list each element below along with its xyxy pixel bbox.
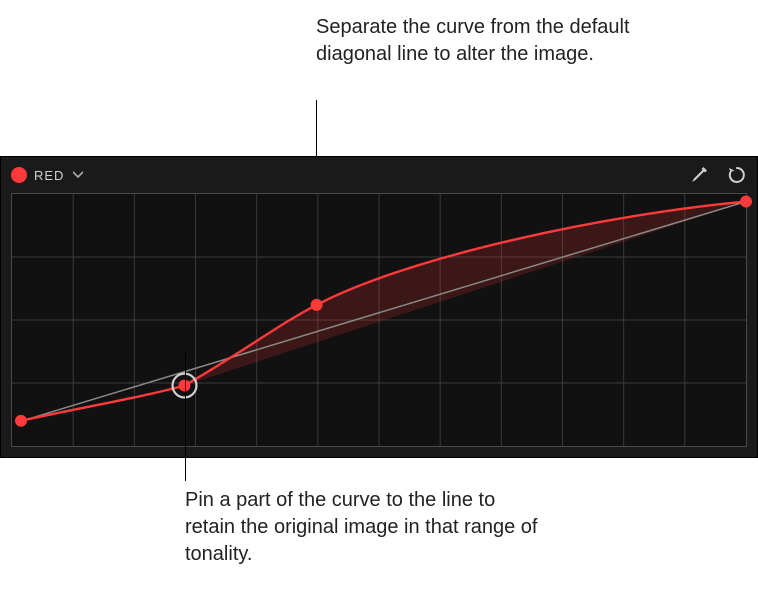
curve-point-highlights[interactable] [740,196,752,208]
color-curves-panel: RED [0,156,758,458]
diagonal-reference-line [21,202,746,422]
eyedropper-icon[interactable] [689,165,709,185]
curve-delta-region [184,202,746,386]
reset-icon[interactable] [727,165,747,185]
callout-text-bottom: Pin a part of the curve to the line to r… [185,487,545,568]
chevron-down-icon [73,170,83,181]
curve-grid[interactable] [11,193,747,447]
callout-text-top: Separate the curve from the default diag… [316,14,656,68]
channel-color-dot [11,167,27,183]
channel-selector[interactable]: RED [11,167,83,183]
panel-header: RED [1,157,757,193]
channel-label: RED [34,168,64,183]
callout-line-bottom [185,353,186,481]
curve-point-mid[interactable] [311,299,323,311]
curve-point-shadows[interactable] [15,415,27,427]
